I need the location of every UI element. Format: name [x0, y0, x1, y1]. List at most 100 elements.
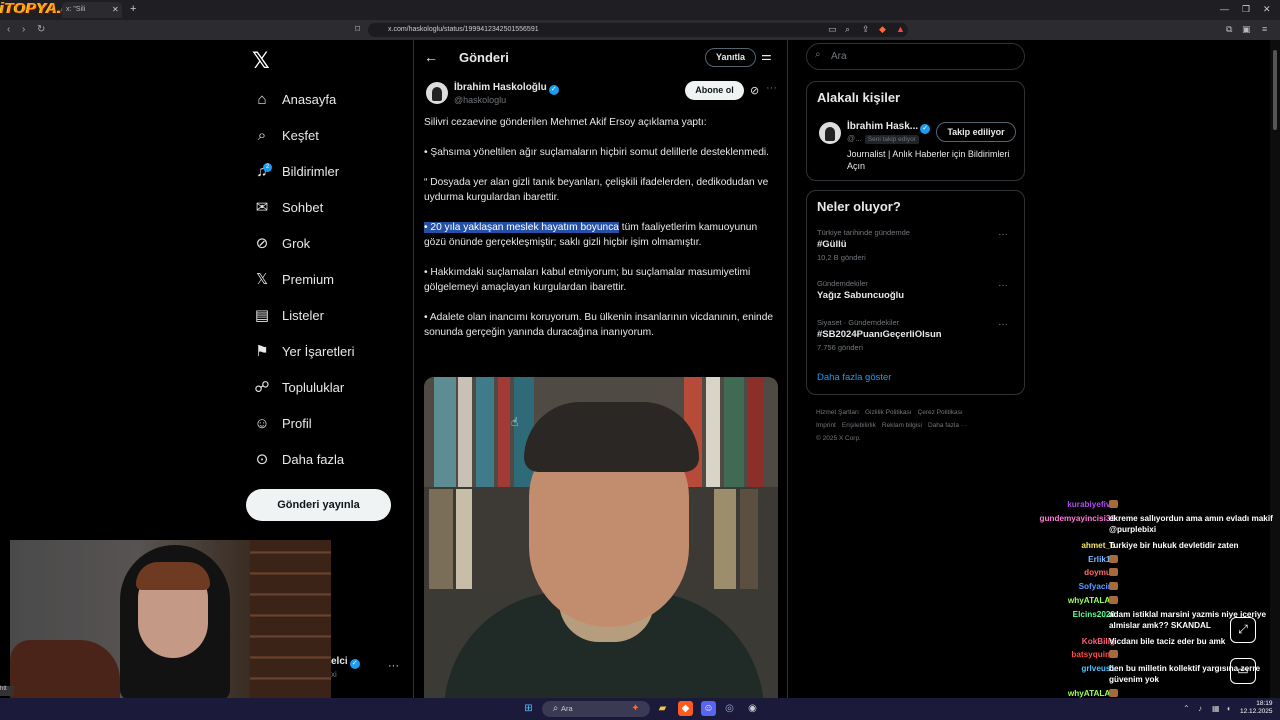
zoom-icon[interactable]: ⌕	[845, 24, 855, 34]
sidebar-item-label: Daha fazla	[282, 451, 345, 467]
tab-close-icon[interactable]: ✕	[112, 5, 119, 14]
new-tab-icon[interactable]: +	[130, 3, 136, 15]
following-button[interactable]: Takip ediliyor	[936, 122, 1016, 142]
share-icon[interactable]: ⇪	[862, 24, 872, 34]
mic-icon[interactable]: ♪	[1198, 704, 1202, 713]
tweet-paragraph: • Hakkımdaki suçlamaları kabul etmiyorum…	[424, 267, 751, 293]
extensions-icon[interactable]: ⧉	[1226, 24, 1236, 34]
chat-popout-icon[interactable]: ⤢	[1230, 617, 1256, 643]
cast-icon[interactable]: ▭	[828, 24, 838, 34]
footer-link[interactable]: Reklam bilgisi	[882, 422, 922, 429]
trend-item[interactable]: Türkiye tarihinde gündemde #Güllü 10,2 B g…	[817, 228, 1017, 262]
trend-more-icon[interactable]: ···	[998, 229, 1008, 240]
chat-username[interactable]: gundemyayincisi31	[1039, 514, 1115, 525]
sidebar-item-grok[interactable]: ⊘ Grok	[252, 230, 310, 256]
tray-chevron-icon[interactable]: ⌃	[1183, 704, 1190, 713]
chat-username[interactable]: whyATALAY	[1068, 689, 1115, 698]
footer-link[interactable]: © 2025 X Corp.	[816, 435, 861, 442]
settings-sliders-icon[interactable]: ⚌	[761, 49, 772, 63]
system-clock[interactable]: 18:19 12.12.2025	[1240, 700, 1273, 716]
sidebar-item-bookmark[interactable]: ⚑ Yer İşaretleri	[252, 338, 354, 364]
rewards-icon[interactable]: ▲	[896, 24, 906, 34]
file-explorer-icon[interactable]: ▰	[655, 701, 670, 716]
chat-text	[1109, 500, 1275, 512]
chat-window-icon[interactable]: ▭	[1230, 658, 1256, 684]
webcam-hair	[136, 562, 210, 590]
author-avatar[interactable]	[426, 82, 448, 104]
trend-name: Yağız Sabuncuoğlu	[817, 290, 905, 301]
sidebar-item-home[interactable]: ⌂ Anasayfa	[252, 86, 336, 112]
discord-icon[interactable]: ☺	[701, 701, 716, 716]
taskbar-flag-icon[interactable]: ✦	[628, 701, 643, 716]
trend-context: Türkiye tarihinde gündemde	[817, 228, 910, 237]
footer-link[interactable]: Gizlilik Politikası	[865, 409, 912, 416]
trend-more-icon[interactable]: ···	[998, 319, 1008, 330]
webcam-bookshelf	[250, 540, 331, 698]
show-more-link[interactable]: Daha fazla göster	[817, 372, 891, 383]
obs-icon[interactable]: ◉	[745, 701, 760, 716]
trend-more-icon[interactable]: ···	[998, 280, 1008, 291]
verified-badge-icon: ✓	[349, 659, 360, 669]
x-icon: 𝕏	[255, 271, 269, 288]
sidebar-item-x[interactable]: 𝕏 Premium	[252, 266, 334, 292]
footer-link[interactable]: Çerez Politikası	[918, 409, 963, 416]
minimize-icon[interactable]: —	[1220, 4, 1229, 14]
footer-link[interactable]: Hizmet Şartları	[816, 409, 859, 416]
back-icon[interactable]: ‹	[7, 24, 10, 35]
related-avatar[interactable]	[819, 122, 841, 144]
sidebar-item-more-circle[interactable]: ⊙ Daha fazla	[252, 446, 344, 472]
related-name[interactable]: İbrahim Hask... ✓	[847, 121, 931, 134]
mouse-cursor-icon: ☝	[511, 415, 519, 429]
brave-browser-icon[interactable]: ◆	[678, 701, 693, 716]
sidebar-item-communities[interactable]: ☍ Topluluklar	[252, 374, 344, 400]
footer-links: Hizmet Şartları Gizlilik Politikası Çerez …	[816, 406, 1016, 445]
more-options-icon[interactable]: ···	[766, 82, 777, 94]
sidebar-item-list[interactable]: ▤ Listeler	[252, 302, 324, 328]
clock-time: 18:19	[1256, 700, 1273, 707]
author-handle[interactable]: @haskologlu	[454, 95, 506, 105]
close-window-icon[interactable]: ✕	[1263, 4, 1271, 15]
chat-username[interactable]: whyATALAY	[1068, 596, 1115, 607]
trend-item[interactable]: Gündemdekiler Yağız Sabuncuoğlu	[817, 279, 1017, 304]
grok-explain-icon[interactable]: ⊘	[750, 84, 759, 97]
tab-title: x: "Sili	[66, 6, 86, 13]
url-field[interactable]: x.com/haskologlu/status/1999412342501556…	[368, 23, 908, 37]
start-menu-icon[interactable]: ⊞	[521, 701, 536, 716]
subscribe-button[interactable]: Abone ol	[685, 81, 744, 100]
trend-item[interactable]: Siyaset · Gündemdekiler #SB2024PuanıGeçer…	[817, 318, 1017, 352]
chat-username[interactable]: kurabiyefive	[1067, 500, 1115, 511]
footer-link[interactable]: Erişilebilirlik	[842, 422, 876, 429]
reload-icon[interactable]: ↻	[37, 24, 45, 35]
chat-emote-icon	[1109, 500, 1118, 508]
volume-icon[interactable]: ◖	[1226, 704, 1231, 713]
author-name[interactable]: İbrahim Haskoloğlu ✓	[454, 82, 559, 95]
sidebar-item-mail[interactable]: ✉ Sohbet	[252, 194, 324, 220]
footer-link[interactable]: Imprint	[816, 422, 836, 429]
bookmark-page-icon[interactable]: ⌑	[355, 24, 360, 35]
account-more-icon[interactable]: ···	[388, 660, 399, 672]
reply-button[interactable]: Yanıtla	[705, 48, 756, 67]
scrollbar-thumb[interactable]	[1273, 50, 1277, 130]
forward-icon[interactable]: ›	[22, 24, 25, 35]
tweet-image[interactable]	[424, 377, 778, 698]
selected-text[interactable]: • 20 yıla yaklaşan meslek hayatım boyunc…	[424, 222, 619, 233]
wallet-icon[interactable]: ▣	[1242, 24, 1252, 34]
x-logo-icon[interactable]: 𝕏	[252, 48, 270, 74]
maximize-icon[interactable]: ❐	[1242, 4, 1250, 15]
brave-shield-icon[interactable]: ◆	[879, 24, 889, 34]
related-handle: @... Seni takip ediyor	[847, 134, 919, 144]
account-name[interactable]: elci ✓	[331, 656, 360, 669]
menu-icon[interactable]: ≡	[1262, 24, 1272, 34]
footer-link[interactable]: Daha fazla ···	[928, 422, 967, 429]
tray-app-icon[interactable]: ▦	[1212, 704, 1220, 713]
sidebar-item-person[interactable]: ☺ Profil	[252, 410, 311, 436]
steam-icon[interactable]: ◎	[722, 701, 737, 716]
back-arrow-icon[interactable]: ←	[424, 49, 438, 65]
sidebar-item-search[interactable]: ⌕ Keşfet	[252, 122, 319, 148]
sidebar-item-label: Premium	[282, 271, 335, 287]
post-button[interactable]: Gönderi yayınla	[246, 489, 391, 521]
search-input[interactable]: Ara	[806, 43, 1025, 70]
sidebar-item-bell[interactable]: ♫ 2 Bildirimler	[252, 158, 339, 184]
chat-text	[1109, 596, 1275, 608]
related-handle-text: @...	[847, 134, 862, 143]
